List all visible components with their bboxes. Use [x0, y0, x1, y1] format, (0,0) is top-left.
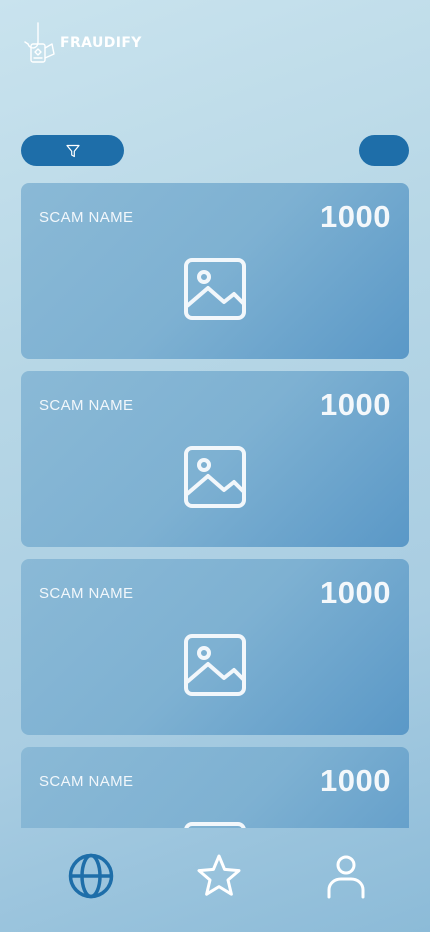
nav-favorites[interactable]	[195, 852, 243, 900]
scam-name: SCAM NAME	[39, 209, 134, 226]
globe-icon	[68, 853, 114, 899]
bottom-nav	[0, 828, 430, 932]
scam-count: 1000	[320, 199, 391, 234]
scam-card[interactable]: SCAM NAME 1000	[21, 183, 409, 359]
scam-card[interactable]: SCAM NAME 1000	[21, 371, 409, 547]
image-placeholder-icon	[184, 446, 246, 508]
scam-name: SCAM NAME	[39, 397, 134, 414]
logo-icon	[24, 22, 55, 63]
scam-name: SCAM NAME	[39, 585, 134, 602]
scam-card[interactable]: SCAM NAME 1000	[21, 559, 409, 735]
filter-button[interactable]	[21, 135, 124, 166]
scam-count: 1000	[320, 575, 391, 610]
brand-name: FRAUDIFY	[60, 35, 142, 51]
image-placeholder-icon	[184, 258, 246, 320]
scam-list[interactable]: SCAM NAME 1000 SCAM NAME 1000 SCAM NAME …	[21, 183, 409, 828]
nav-explore[interactable]	[67, 852, 115, 900]
sort-button[interactable]	[359, 135, 409, 166]
user-icon	[327, 855, 365, 899]
scam-count: 1000	[320, 387, 391, 422]
header: FRAUDIFY	[21, 22, 142, 64]
filter-icon	[65, 144, 80, 157]
app-root: FRAUDIFY SCAM NAME 1000 SCAM NAME 1000 S…	[0, 0, 430, 932]
scam-name: SCAM NAME	[39, 773, 134, 790]
scam-card[interactable]: SCAM NAME 1000	[21, 747, 409, 828]
nav-profile[interactable]	[322, 852, 370, 900]
star-icon	[197, 854, 240, 896]
scam-count: 1000	[320, 763, 391, 798]
image-placeholder-icon	[184, 634, 246, 696]
